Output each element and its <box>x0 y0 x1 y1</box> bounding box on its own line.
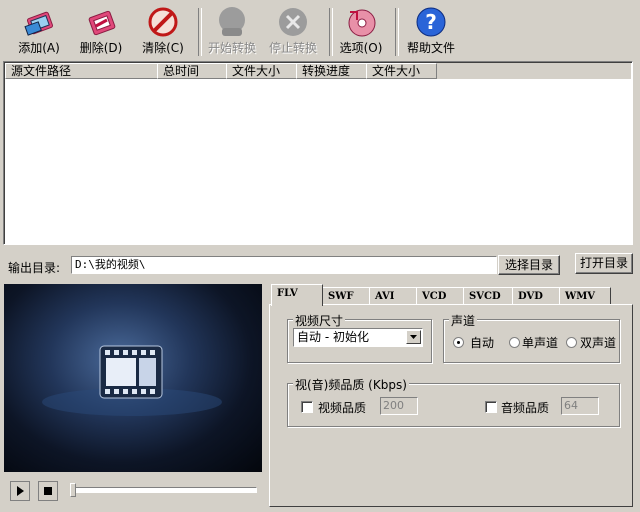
tab-vcd[interactable]: VCD <box>416 287 464 304</box>
column-progress[interactable]: 转换进度 <box>296 63 367 79</box>
column-source-path[interactable]: 源文件路径 <box>5 63 158 79</box>
delete-label: 删除(D) <box>79 41 123 55</box>
channel-mono-radio[interactable] <box>509 337 520 348</box>
help-label: 帮助文件 <box>406 41 455 55</box>
video-size-select[interactable]: 自动 - 初始化 <box>293 328 423 347</box>
start-convert-icon <box>219 7 245 36</box>
quality-title: 视(音)频品质 (Kbps) <box>293 376 409 393</box>
output-dir-input[interactable]: D:\我的视频\ <box>71 256 497 274</box>
help-icon: ? <box>416 7 446 37</box>
toolbar-separator <box>198 8 202 56</box>
delete-button[interactable]: 删除(D) <box>76 6 126 58</box>
stop-icon <box>44 487 52 495</box>
channel-stereo-label: 双声道 <box>580 336 617 350</box>
select-dir-button[interactable]: 选择目录 <box>498 255 560 275</box>
seek-bar[interactable] <box>70 483 257 497</box>
audio-quality-checkbox[interactable] <box>485 401 497 413</box>
file-list[interactable]: 源文件路径 总时间 文件大小 转换进度 文件大小 <box>3 61 633 245</box>
output-dir-label: 输出目录: <box>8 261 61 275</box>
channel-auto-radio[interactable] <box>453 337 464 348</box>
add-file-icon <box>24 11 54 36</box>
tab-flv[interactable]: FLV <box>271 284 323 306</box>
video-preview <box>4 284 262 472</box>
file-list-header: 源文件路径 总时间 文件大小 转换进度 文件大小 <box>5 63 631 79</box>
toolbar-separator <box>329 8 333 56</box>
start-convert-label: 开始转换 <box>207 41 256 55</box>
toolbar: 添加(A) 删除(D) 清除(C) 开始转换 停止转换 选项(O) ? 帮助文件 <box>0 0 640 60</box>
column-output-size[interactable]: 文件大小 <box>366 63 437 79</box>
tab-avi[interactable]: AVI <box>369 287 417 304</box>
tab-wmv[interactable]: WMV <box>559 287 611 304</box>
channel-stereo-radio[interactable] <box>566 337 577 348</box>
help-button[interactable]: ? 帮助文件 <box>402 6 460 58</box>
open-dir-button[interactable]: 打开目录 <box>575 253 633 274</box>
video-size-value: 自动 - 初始化 <box>297 330 369 344</box>
stop-convert-icon <box>279 8 307 36</box>
seek-thumb[interactable] <box>70 483 76 497</box>
clear-button[interactable]: 清除(C) <box>138 6 188 58</box>
tab-svcd[interactable]: SVCD <box>463 287 513 304</box>
svg-text:?: ? <box>425 10 437 34</box>
format-tabs: FLV SWF AVI VCD SVCD DVD WMV <box>271 284 633 306</box>
tab-dvd[interactable]: DVD <box>512 287 560 304</box>
audio-quality-label: 音频品质 <box>501 401 550 415</box>
tab-swf[interactable]: SWF <box>322 287 370 304</box>
column-file-size[interactable]: 文件大小 <box>226 63 297 79</box>
options-button[interactable]: 选项(O) <box>336 6 386 58</box>
chevron-down-icon[interactable] <box>406 330 421 344</box>
video-size-title: 视频尺寸 <box>293 312 346 329</box>
audio-quality-input[interactable]: 64 <box>561 397 599 415</box>
toolbar-separator <box>395 8 399 56</box>
options-disc-icon <box>348 9 376 37</box>
stop-button[interactable] <box>38 481 58 501</box>
channel-title: 声道 <box>449 312 478 329</box>
column-total-time[interactable]: 总时间 <box>157 63 227 79</box>
play-button[interactable] <box>10 481 30 501</box>
options-label: 选项(O) <box>339 41 383 55</box>
channel-mono-label: 单声道 <box>522 336 559 350</box>
stop-convert-button[interactable]: 停止转换 <box>265 6 321 58</box>
clear-label: 清除(C) <box>142 41 184 55</box>
stop-convert-label: 停止转换 <box>268 41 317 55</box>
delete-file-icon <box>88 10 116 36</box>
start-convert-button[interactable]: 开始转换 <box>204 6 260 58</box>
add-button[interactable]: 添加(A) <box>14 6 64 58</box>
add-label: 添加(A) <box>18 41 60 55</box>
video-quality-label: 视频品质 <box>318 401 367 415</box>
film-strip-icon <box>42 345 222 416</box>
video-quality-checkbox[interactable] <box>301 401 313 413</box>
clear-icon <box>148 7 178 37</box>
channel-auto-label: 自动 <box>470 336 495 350</box>
video-quality-input[interactable]: 200 <box>380 397 418 415</box>
